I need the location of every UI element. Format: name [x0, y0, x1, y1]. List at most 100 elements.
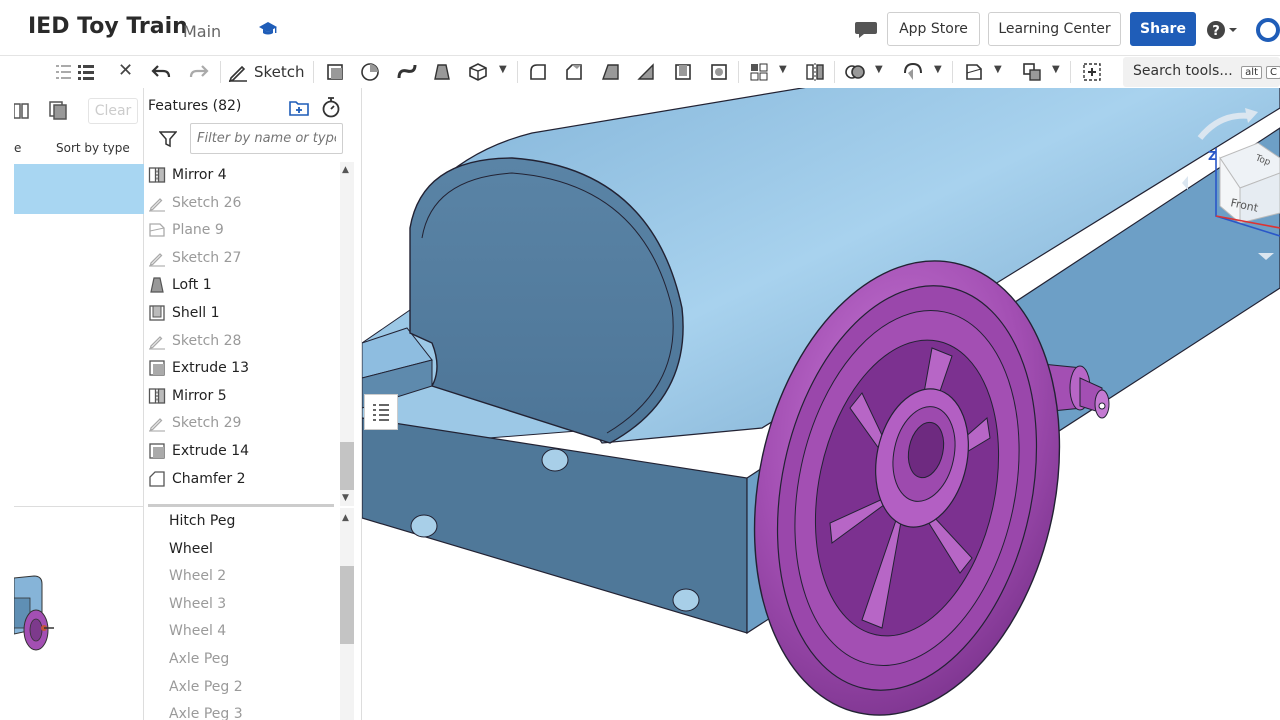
part-item[interactable]: Axle Peg 2: [169, 674, 243, 700]
boolean-tool-icon[interactable]: [842, 59, 868, 85]
parts-list-scrollbar[interactable]: ▲: [340, 508, 354, 720]
branch-name[interactable]: Main: [183, 22, 221, 41]
feature-item[interactable]: Loft 1: [148, 272, 212, 298]
app-store-button[interactable]: App Store: [887, 12, 980, 46]
graphics-viewport[interactable]: Z Front Top: [362, 88, 1280, 720]
feature-item-label: Mirror 4: [172, 167, 227, 183]
clear-button[interactable]: Clear: [88, 98, 138, 124]
sort-by-type-button[interactable]: Sort by type: [56, 141, 130, 155]
search-tools-label: Search tools...: [1133, 63, 1233, 79]
add-custom-feature-icon[interactable]: [1079, 59, 1105, 85]
undo-icon[interactable]: [148, 59, 174, 85]
scrollbar-thumb[interactable]: [340, 566, 354, 644]
view-cube[interactable]: Z Front Top: [1170, 88, 1280, 268]
shell-tool-icon[interactable]: [670, 59, 696, 85]
chevron-down-icon[interactable]: ▼: [499, 64, 507, 75]
split-tool-icon[interactable]: [900, 59, 926, 85]
chamfer-icon: [148, 470, 166, 488]
mirror-tool-icon[interactable]: [802, 59, 828, 85]
feature-item[interactable]: Mirror 5: [148, 383, 227, 409]
panel-resize-handle[interactable]: [148, 504, 334, 507]
chamfer-tool-icon[interactable]: [561, 59, 587, 85]
part-item[interactable]: Wheel 2: [169, 563, 226, 589]
mate-connector-icon[interactable]: [1019, 59, 1045, 85]
chevron-down-icon[interactable]: ▼: [779, 64, 787, 75]
graduation-cap-icon[interactable]: [258, 19, 278, 39]
add-folder-icon[interactable]: [288, 97, 310, 117]
scroll-up-icon[interactable]: ▲: [342, 513, 349, 523]
feature-item-label: Sketch 29: [172, 415, 242, 432]
sketch-button[interactable]: Sketch: [228, 59, 305, 85]
extrude-tool-icon[interactable]: [322, 59, 348, 85]
feature-item[interactable]: Mirror 4: [148, 162, 227, 188]
chevron-down-icon[interactable]: ▼: [934, 64, 942, 75]
close-panel-icon[interactable]: ✕: [118, 60, 133, 81]
sweep-tool-icon[interactable]: [394, 59, 420, 85]
toolbar-divider: [220, 61, 221, 83]
toy-train-model[interactable]: [362, 88, 1280, 720]
feature-item[interactable]: Plane 9: [148, 217, 224, 243]
thicken-tool-icon[interactable]: [465, 59, 491, 85]
draft-tool-icon[interactable]: [598, 59, 624, 85]
search-tools-input[interactable]: Search tools... alt C: [1123, 57, 1280, 87]
help-icon[interactable]: ?: [1206, 20, 1240, 40]
shortcut-key-alt: alt: [1241, 66, 1262, 79]
feature-list-scrollbar[interactable]: ▲ ▼: [340, 162, 354, 506]
sketch-icon: [148, 249, 166, 267]
chevron-down-icon[interactable]: ▼: [994, 64, 1002, 75]
plane-tool-icon[interactable]: [961, 59, 987, 85]
user-avatar-icon[interactable]: [1248, 18, 1280, 42]
part-item[interactable]: Axle Peg: [169, 646, 229, 672]
copy-icon[interactable]: [48, 100, 68, 120]
pattern-tool-icon[interactable]: [746, 59, 772, 85]
part-item[interactable]: Wheel 3: [169, 591, 226, 617]
feature-item-label: Extrude 14: [172, 443, 250, 459]
comment-icon[interactable]: [854, 20, 878, 40]
revolve-tool-icon[interactable]: [357, 59, 383, 85]
feature-item[interactable]: Sketch 26: [148, 190, 241, 216]
hole-tool-icon[interactable]: [706, 59, 732, 85]
scrollbar-thumb[interactable]: [340, 442, 354, 490]
toolbar-divider: [313, 61, 314, 83]
feature-item[interactable]: Sketch 29: [148, 410, 241, 436]
part-item[interactable]: Wheel: [169, 536, 213, 562]
selected-row[interactable]: [14, 164, 144, 214]
feature-item[interactable]: Chamfer 2: [148, 466, 246, 492]
model-thumbnail[interactable]: [14, 568, 56, 672]
part-item[interactable]: Hitch Peg: [169, 508, 235, 534]
feature-item[interactable]: Extrude 13: [148, 355, 249, 381]
timer-icon[interactable]: [321, 96, 341, 118]
feature-item-label: Loft 1: [172, 277, 212, 294]
feature-item-label: Sketch 28: [172, 332, 242, 349]
loft-tool-icon[interactable]: [429, 59, 455, 85]
chevron-down-icon[interactable]: ▼: [1052, 64, 1060, 75]
document-title[interactable]: IED Toy Train: [28, 14, 188, 39]
share-button[interactable]: Share: [1130, 12, 1196, 46]
part-item[interactable]: Axle Peg 3: [169, 701, 243, 720]
feature-item-label: Extrude 13: [172, 360, 250, 377]
feature-item[interactable]: Sketch 27: [148, 245, 241, 271]
rib-tool-icon[interactable]: [633, 59, 659, 85]
scroll-down-icon[interactable]: ▼: [342, 493, 349, 503]
filter-icon[interactable]: [159, 130, 177, 148]
list-view-icon[interactable]: [56, 62, 96, 82]
feature-item-label: Plane 9: [172, 222, 224, 239]
feature-list-toggle-icon[interactable]: [364, 394, 398, 430]
feature-item[interactable]: Extrude 14: [148, 438, 249, 464]
pencil-icon: [228, 65, 247, 82]
feature-filter-input[interactable]: [190, 123, 343, 154]
chevron-down-icon[interactable]: ▼: [875, 64, 883, 75]
part-item[interactable]: Wheel 4: [169, 618, 226, 644]
feature-item[interactable]: Shell 1: [148, 300, 220, 326]
scroll-up-icon[interactable]: ▲: [342, 165, 349, 175]
feature-item[interactable]: Sketch 28: [148, 328, 241, 354]
toolbar-divider: [738, 61, 739, 83]
redo-icon[interactable]: [186, 59, 212, 85]
insert-icon[interactable]: [14, 100, 30, 120]
feature-item-label: Chamfer 2: [172, 470, 246, 487]
learning-center-button[interactable]: Learning Center: [988, 12, 1121, 46]
column-header[interactable]: e: [14, 141, 21, 155]
fillet-tool-icon[interactable]: [525, 59, 551, 85]
mirror-icon: [148, 166, 166, 184]
parts-browser-panel: Clear e Sort by type: [14, 88, 144, 720]
